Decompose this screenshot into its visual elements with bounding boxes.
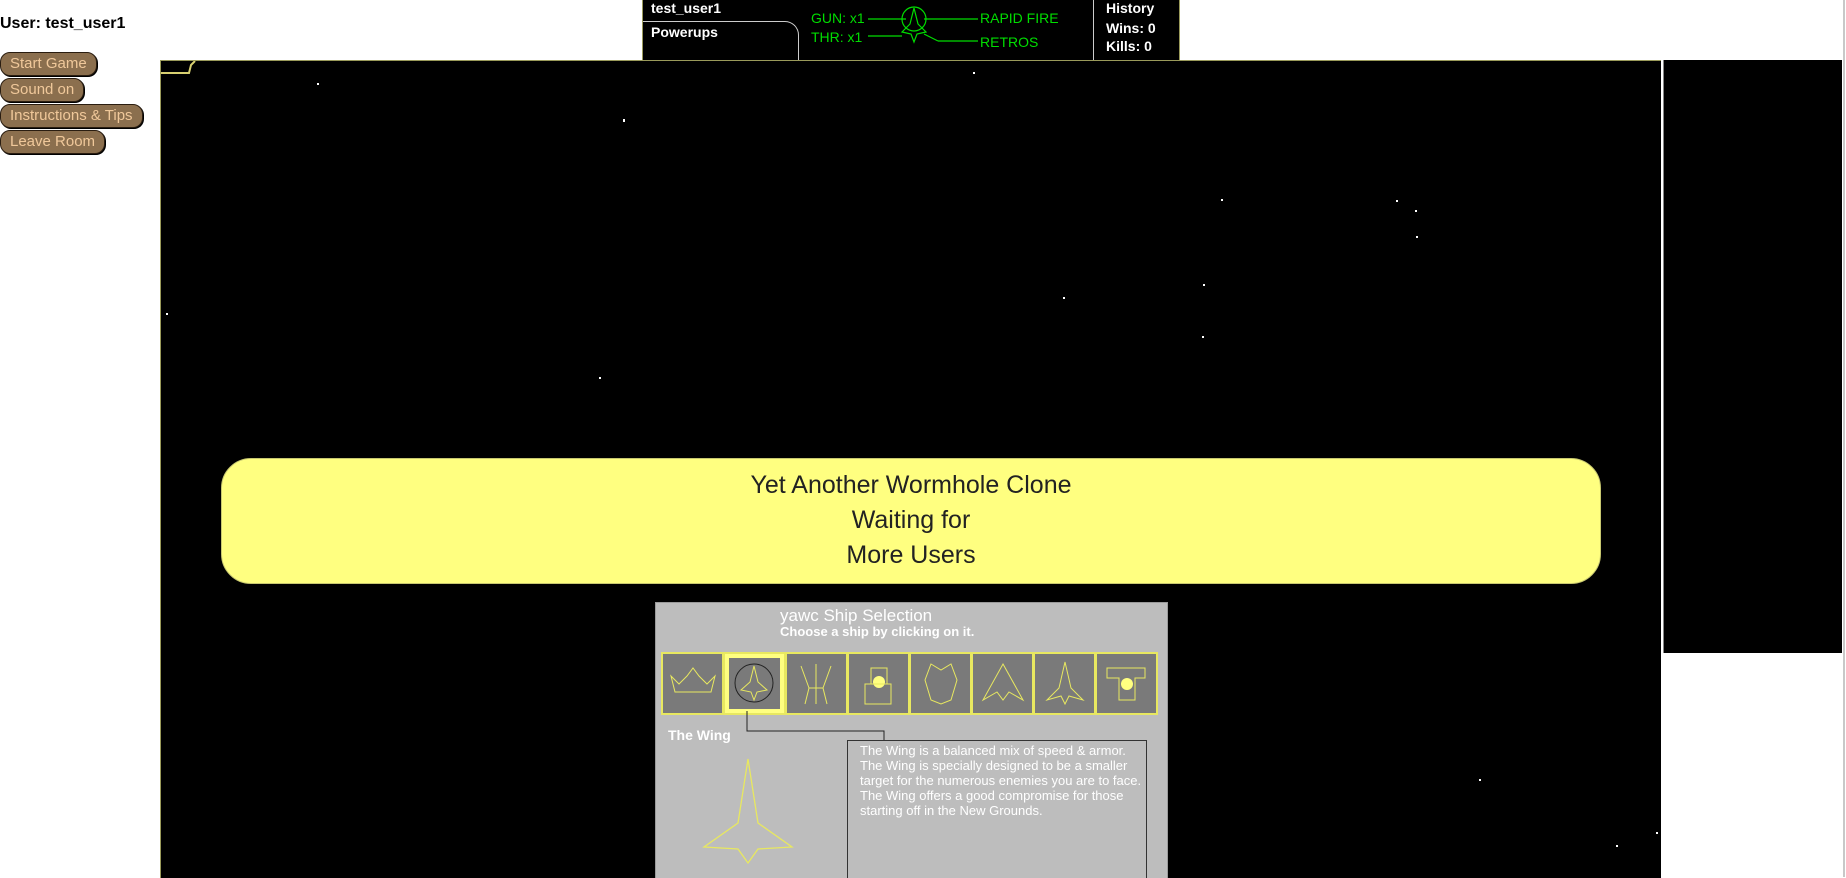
ship-option-4[interactable] bbox=[847, 652, 910, 715]
ship-option-2[interactable] bbox=[723, 652, 786, 715]
rapid-fire-label: RAPID FIRE bbox=[980, 10, 1059, 26]
game-field[interactable]: Yet Another Wormhole Clone Waiting for M… bbox=[160, 60, 1661, 878]
ship-option-7[interactable] bbox=[1033, 652, 1096, 715]
ship-description: The Wing is a balanced mix of speed & ar… bbox=[860, 743, 1142, 818]
hud-username: test_user1 bbox=[651, 0, 722, 16]
retros-label: RETROS bbox=[980, 34, 1039, 50]
instructions-button[interactable]: Instructions & Tips bbox=[0, 104, 143, 128]
ship-6-icon bbox=[981, 662, 1025, 702]
ship-option-3[interactable] bbox=[785, 652, 848, 715]
window-edge bbox=[1843, 0, 1845, 877]
corner-ship-icon bbox=[161, 61, 196, 74]
powerups-tab-label: Powerups bbox=[651, 24, 718, 40]
ship-7-icon bbox=[1045, 661, 1085, 706]
ship-description-box: The Wing is a balanced mix of speed & ar… bbox=[847, 740, 1147, 878]
user-label: User: test_user1 bbox=[0, 15, 126, 32]
thrust-level: THR: x1 bbox=[811, 29, 863, 45]
ship-option-5[interactable] bbox=[909, 652, 972, 715]
banner-waiting: Waiting for bbox=[851, 506, 971, 534]
ship-4-icon bbox=[864, 667, 892, 705]
ship-2-icon bbox=[734, 663, 774, 703]
history-title: History bbox=[1106, 0, 1155, 16]
wins-count: Wins: 0 bbox=[1106, 20, 1156, 36]
kills-count: Kills: 0 bbox=[1106, 38, 1152, 54]
ship-diagram-icon bbox=[868, 6, 978, 44]
gun-level: GUN: x1 bbox=[811, 10, 865, 26]
leave-room-button[interactable]: Leave Room bbox=[0, 130, 106, 154]
side-panel bbox=[1663, 60, 1842, 653]
ship-3-icon bbox=[800, 664, 832, 705]
banner-more-users: More Users bbox=[846, 541, 976, 569]
ship-5-icon bbox=[924, 663, 958, 705]
ship-preview-icon bbox=[702, 758, 794, 865]
ship-8-icon bbox=[1106, 667, 1146, 701]
ship-option-6[interactable] bbox=[971, 652, 1034, 715]
history-panel: History Wins: 0 Kills: 0 bbox=[1093, 0, 1180, 60]
selected-ship-name: The Wing bbox=[668, 727, 731, 743]
ship-selection-title: yawc Ship Selection bbox=[780, 606, 933, 625]
ship-option-8[interactable] bbox=[1095, 652, 1158, 715]
sound-toggle-button[interactable]: Sound on bbox=[0, 78, 85, 102]
status-banner: Yet Another Wormhole Clone Waiting for M… bbox=[221, 458, 1601, 584]
ship-option-1[interactable] bbox=[661, 652, 724, 715]
ship-selection-subtitle: Choose a ship by clicking on it. bbox=[780, 624, 975, 639]
hud-bar: test_user1 Powerups GUN: x1 THR: x1 RAPI… bbox=[642, 0, 1180, 61]
powerups-tab[interactable]: Powerups bbox=[643, 21, 799, 60]
banner-title: Yet Another Wormhole Clone bbox=[750, 471, 1072, 499]
ship-selection-panel: yawc Ship Selection Choose a ship by cli… bbox=[655, 602, 1168, 878]
selection-connector bbox=[746, 711, 885, 741]
start-game-button[interactable]: Start Game bbox=[0, 52, 97, 76]
ship-1-icon bbox=[670, 667, 716, 693]
